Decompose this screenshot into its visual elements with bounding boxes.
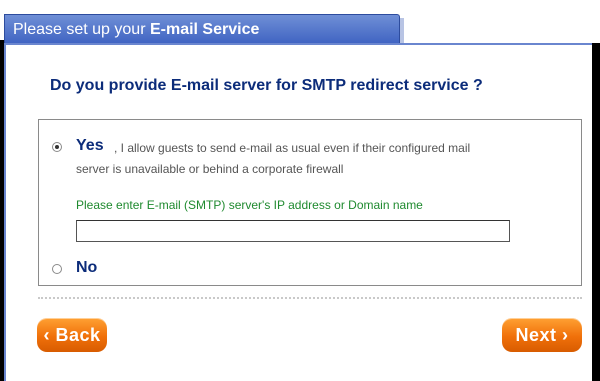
back-button[interactable]: ‹ Back [37, 318, 107, 352]
yes-label[interactable]: Yes [76, 137, 104, 155]
yes-description-line1: , I allow guests to send e-mail as usual… [114, 141, 471, 155]
next-button-label: Next [515, 325, 557, 345]
back-button-label: Back [55, 325, 101, 345]
dotted-divider [38, 297, 582, 299]
email-service-setup-page: Please set up your E-mail Service Do you… [0, 0, 600, 381]
back-arrow-icon: ‹ [43, 325, 50, 345]
tab-title-prefix: Please set up your [13, 21, 150, 38]
next-button[interactable]: Next › [502, 318, 582, 352]
tab-title-bold: E-mail Service [149, 21, 260, 38]
smtp-question: Do you provide E-mail server for SMTP re… [50, 77, 483, 94]
section-tab: Please set up your E-mail Service [4, 14, 400, 44]
yes-radio[interactable] [52, 142, 62, 152]
smtp-server-prompt: Please enter E-mail (SMTP) server's IP a… [76, 198, 423, 212]
next-arrow-icon: › [562, 325, 569, 345]
no-label[interactable]: No [76, 259, 97, 277]
tab-shadow [400, 18, 404, 44]
yes-description-line2: server is unavailable or behind a corpor… [76, 162, 344, 176]
smtp-server-input[interactable] [76, 220, 510, 242]
right-frame-edge [592, 43, 600, 381]
no-radio[interactable] [52, 264, 62, 274]
